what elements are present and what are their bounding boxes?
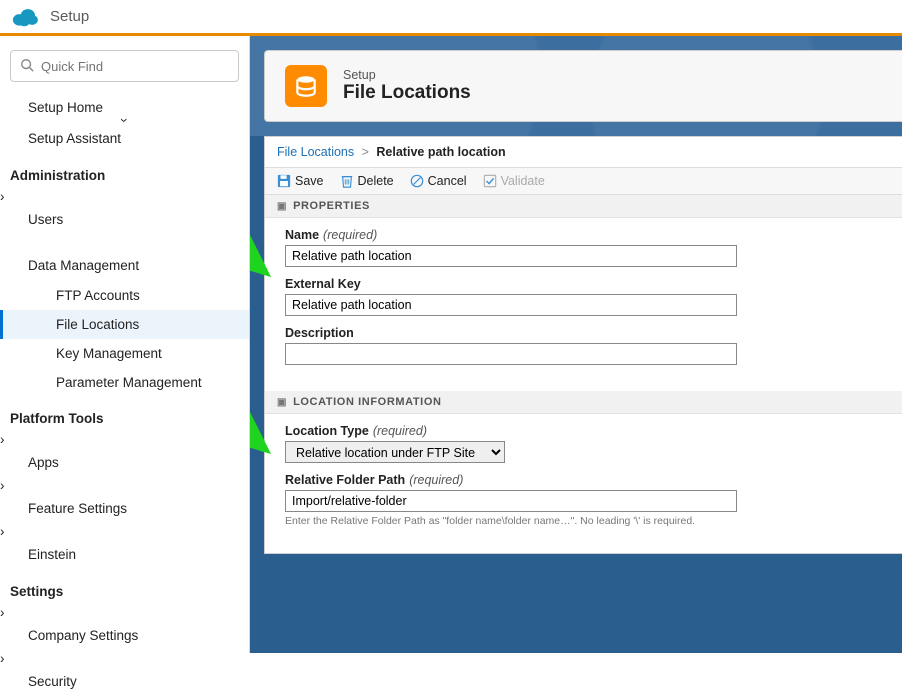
validate-label: Validate <box>501 174 545 188</box>
salesforce-cloud-icon <box>10 7 40 27</box>
nav-security[interactable]: Security <box>0 666 249 697</box>
nav-section-platform-tools: Platform Tools <box>0 397 249 432</box>
save-button[interactable]: Save <box>277 174 324 188</box>
chevron-down-icon: › <box>117 118 132 367</box>
validate-button[interactable]: Validate <box>483 174 545 188</box>
breadcrumb: File Locations > Relative path location <box>265 137 902 168</box>
search-icon <box>20 58 34 75</box>
chevron-right-icon: › <box>0 651 249 666</box>
file-locations-icon <box>285 65 327 107</box>
section-properties-header: ▣ Properties <box>265 195 902 218</box>
folder-path-input[interactable] <box>285 490 737 512</box>
validate-icon <box>483 174 497 188</box>
name-input[interactable] <box>285 245 737 267</box>
chevron-right-icon: › <box>0 432 249 447</box>
breadcrumb-current: Relative path location <box>376 145 505 159</box>
delete-button[interactable]: Delete <box>340 174 394 188</box>
breadcrumb-root[interactable]: File Locations <box>277 145 354 159</box>
hero-banner: Setup File Locations <box>250 36 902 136</box>
description-label: Description <box>285 326 890 340</box>
section-location-info-label: Location Information <box>293 396 441 408</box>
nav-apps[interactable]: Apps <box>0 447 249 478</box>
breadcrumb-separator: > <box>362 145 369 159</box>
nav-einstein[interactable]: Einstein <box>0 539 249 570</box>
chevron-right-icon: › <box>0 478 249 493</box>
collapse-icon[interactable]: ▣ <box>277 201 287 212</box>
external-key-label: External Key <box>285 277 890 291</box>
section-location-info-header: ▣ Location Information <box>265 391 902 414</box>
topbar-title: Setup <box>50 8 89 25</box>
cancel-icon <box>410 174 424 188</box>
folder-path-label: Relative Folder Path(required) <box>285 473 890 487</box>
location-type-label: Location Type(required) <box>285 424 890 438</box>
chevron-right-icon: › <box>0 605 249 620</box>
properties-form: Name(required) External Key Description <box>265 218 902 391</box>
quickfind-input[interactable] <box>10 50 239 82</box>
cancel-label: Cancel <box>428 174 467 188</box>
nav-parameter-management[interactable]: Parameter Management <box>0 368 249 397</box>
description-input[interactable] <box>285 343 737 365</box>
section-properties-label: Properties <box>293 200 370 212</box>
save-icon <box>277 174 291 188</box>
chevron-right-icon: › <box>0 524 249 539</box>
topbar: Setup <box>0 0 902 36</box>
location-type-select[interactable]: Relative location under FTP Site <box>285 441 505 463</box>
main-content: Setup File Locations File Locations > Re… <box>250 36 902 653</box>
nav-feature-settings[interactable]: Feature Settings <box>0 493 249 524</box>
name-label: Name(required) <box>285 228 890 242</box>
hero-supertitle: Setup <box>343 68 471 82</box>
toolbar: Save Delete Cancel Validate <box>265 168 902 195</box>
external-key-input[interactable] <box>285 294 737 316</box>
folder-path-hint: Enter the Relative Folder Path as "folde… <box>285 515 890 527</box>
trash-icon <box>340 174 354 188</box>
detail-panel: File Locations > Relative path location … <box>264 136 902 554</box>
location-info-form: Location Type(required) Relative locatio… <box>265 414 902 553</box>
collapse-icon[interactable]: ▣ <box>277 397 287 408</box>
save-label: Save <box>295 174 324 188</box>
sidebar: Setup Home Setup Assistant Administratio… <box>0 36 250 653</box>
cancel-button[interactable]: Cancel <box>410 174 467 188</box>
delete-label: Delete <box>358 174 394 188</box>
hero-title: File Locations <box>343 82 471 104</box>
nav-company-settings[interactable]: Company Settings <box>0 620 249 651</box>
nav-section-settings: Settings <box>0 570 249 605</box>
